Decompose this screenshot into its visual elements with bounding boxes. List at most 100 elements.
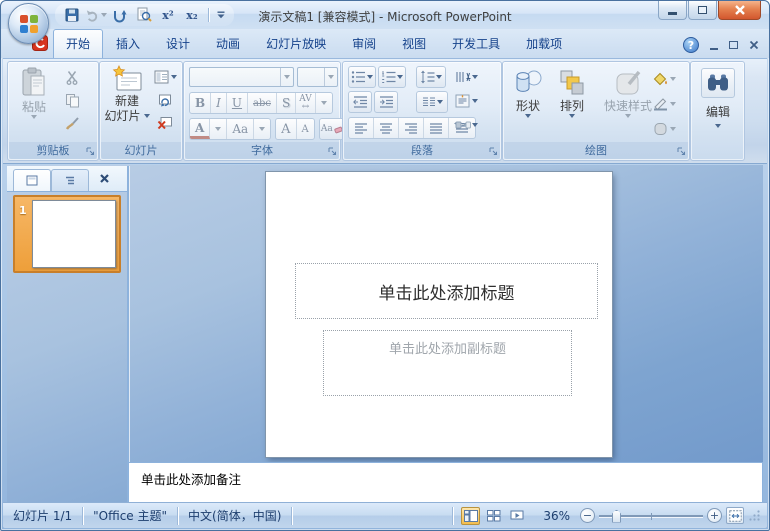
ribbon-tabs: 开始 插入 设计 动画 幻灯片放映 审阅 视图 开发工具 加载项 [53,29,575,58]
decrease-indent-button[interactable] [348,91,372,113]
maximize-button[interactable] [688,1,717,20]
convert-smartart-button[interactable] [449,114,483,136]
tab-addins[interactable]: 加载项 [513,29,575,58]
new-slide-button[interactable]: 新建 幻灯片 [103,65,151,123]
align-center-button[interactable] [374,118,399,138]
reset-slide-button[interactable] [153,89,177,111]
align-left-button[interactable] [349,118,374,138]
change-case-button[interactable]: Aa [227,119,255,139]
undo-dropdown-arrow[interactable] [101,13,107,17]
tab-review[interactable]: 审阅 [339,29,389,58]
copy-button[interactable] [60,89,84,111]
ribbon-tab-row: 开始 插入 设计 动画 幻灯片放映 审阅 视图 开发工具 加载项 ? [1,29,769,58]
character-spacing-button[interactable]: AV ↔ [296,93,316,113]
change-case-dropdown[interactable] [254,119,270,139]
arrange-button[interactable]: 排列 [553,68,591,118]
grow-font-button[interactable]: A [276,119,297,139]
format-painter-button[interactable] [60,112,84,134]
clear-formatting-button[interactable]: Aa [318,118,345,140]
notes-pane[interactable]: 单击此处添加备注 [128,462,763,503]
delete-slide-button[interactable] [153,112,177,134]
shape-outline-button[interactable] [647,93,681,115]
tab-insert[interactable]: 插入 [103,29,153,58]
slide-sorter-view-button[interactable] [484,507,503,525]
panel-splitter[interactable] [127,166,129,502]
resize-grip[interactable] [748,509,761,522]
font-color-dropdown[interactable] [210,119,228,139]
text-shadow-button[interactable]: S [277,93,297,113]
language-indicator[interactable]: 中文(简体，中国) [178,506,293,525]
slideshow-view-button[interactable] [507,507,526,525]
close-button[interactable] [718,1,761,20]
fit-to-window-icon [728,509,742,522]
help-button[interactable]: ? [683,37,699,53]
title-placeholder[interactable]: 单击此处添加标题 [295,263,598,319]
bold-button[interactable]: B [190,93,212,113]
tab-design[interactable]: 设计 [153,29,203,58]
bullets-icon [351,71,365,83]
tab-slideshow[interactable]: 幻灯片放映 [253,29,339,58]
arrange-dropdown-arrow [569,114,575,118]
save-button[interactable] [61,5,83,25]
strikethrough-button[interactable]: abc [248,93,277,113]
doc-close-button[interactable] [749,40,759,50]
font-dialog-launcher[interactable] [326,145,338,157]
theme-indicator[interactable]: "Office 主题" [83,506,179,525]
bullets-button[interactable] [348,66,376,88]
tab-home[interactable]: 开始 [53,29,104,58]
minimize-button[interactable] [658,1,687,20]
editing-button[interactable]: 编辑 [698,68,738,128]
shape-effects-button[interactable] [647,118,681,140]
numbering-button[interactable] [378,66,406,88]
shapes-dropdown-arrow [525,114,531,118]
zoom-slider[interactable] [599,509,703,523]
fit-slide-to-window-button[interactable] [726,507,744,524]
font-size-combo[interactable] [297,67,338,87]
tab-animations[interactable]: 动画 [203,29,253,58]
subtitle-placeholder[interactable]: 单击此处添加副标题 [323,330,572,396]
font-color-button[interactable]: A [190,119,211,139]
drawing-dialog-launcher[interactable] [675,145,687,157]
slide-thumbnail-page[interactable] [32,200,116,268]
increase-indent-button[interactable] [374,91,398,113]
zoom-slider-thumb[interactable] [612,509,621,523]
close-panel-button[interactable] [99,173,110,187]
slide-indicator[interactable]: 幻灯片 1/1 [3,506,84,525]
zoom-in-button[interactable]: + [707,508,722,523]
line-spacing-button[interactable] [416,66,446,88]
tab-slides-thumbnails[interactable] [13,169,51,191]
paragraph-dialog-launcher[interactable] [487,145,499,157]
editing-dropdown-arrow [715,124,721,128]
character-spacing-dropdown[interactable] [316,93,332,113]
clipboard-dialog-launcher[interactable] [84,145,96,157]
tab-developer[interactable]: 开发工具 [439,29,513,58]
underline-button[interactable]: U [227,93,249,113]
justify-button[interactable] [424,118,449,138]
doc-restore-button[interactable] [729,41,738,49]
text-direction-dropdown-arrow [471,75,478,79]
text-direction-button[interactable] [449,66,483,88]
cut-button[interactable] [60,66,84,88]
font-name-combo[interactable] [189,67,294,87]
office-button[interactable] [8,3,49,44]
doc-minimize-button[interactable] [710,48,718,50]
layout-button[interactable] [153,66,177,88]
tab-view[interactable]: 视图 [389,29,439,58]
spacing-arrow-glyph: ↔ [301,102,310,112]
undo-button[interactable] [85,5,107,25]
slide-canvas[interactable]: 单击此处添加标题 单击此处添加副标题 [266,172,612,457]
align-text-button[interactable] [449,90,483,112]
normal-view-button[interactable] [461,506,480,525]
align-right-button[interactable] [399,118,424,138]
zoom-level[interactable]: 36% [540,509,570,523]
columns-button[interactable] [416,91,448,113]
zoom-out-button[interactable]: − [580,508,595,523]
slide-thumbnail-selected[interactable]: 1 [13,195,121,273]
shrink-font-button[interactable]: A [297,119,314,139]
shapes-button[interactable]: 形状 [509,68,547,118]
shape-fill-button[interactable] [647,68,681,90]
shape-outline-icon [653,98,667,111]
tab-outline[interactable] [51,169,89,191]
italic-button[interactable]: I [211,93,227,113]
paste-button[interactable]: 粘贴 [14,67,54,119]
